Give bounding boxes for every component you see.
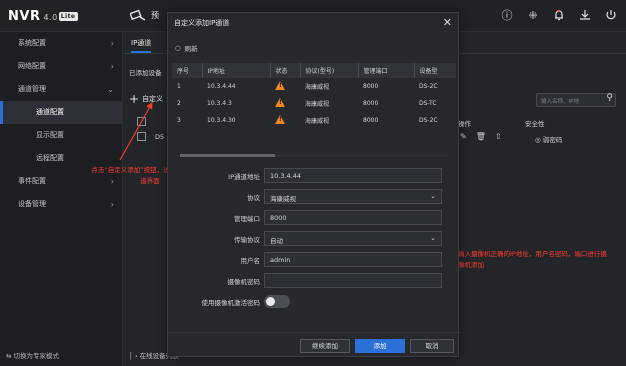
activation-toggle[interactable] [264, 295, 290, 308]
transport-label: 传输协议 [234, 236, 260, 244]
chevron-down-icon: ⌄ [430, 234, 436, 242]
cancel-button[interactable]: 取消 [410, 339, 454, 353]
col-ip: IP地址 [201, 63, 270, 78]
table-scrollbar-thumb[interactable] [180, 154, 275, 157]
table-row[interactable]: 3 10.3.4.30 海康威视 8000 DS-2C [172, 112, 456, 129]
port-row: 管理端口 8000 [168, 210, 460, 226]
table-row[interactable]: 1 10.3.4.44 海康威视 8000 DS-2C [172, 78, 456, 95]
transport-select[interactable]: 自动 ⌄ [264, 231, 442, 246]
activation-row: 使用摄像机激活密码 [168, 294, 460, 310]
username-label: 用户名 [240, 257, 261, 265]
continue-add-button[interactable]: 继续添加 [300, 339, 350, 353]
password-field[interactable] [264, 273, 442, 288]
refresh-button[interactable]: ○ 刷新 [175, 43, 198, 53]
ip-address-field[interactable]: 10.3.4.44 [264, 168, 442, 183]
chevron-down-icon: ⌄ [430, 192, 436, 200]
transport-row: 传输协议 自动 ⌄ [168, 231, 460, 247]
col-model: 设备型 [413, 63, 456, 78]
col-index: 序号 [172, 63, 202, 78]
annotation-arrow-left [119, 102, 153, 161]
port-field[interactable]: 8000 [264, 210, 442, 225]
dialog-title: 自定义添加IP通道 [174, 19, 230, 27]
col-status: 状态 [269, 63, 300, 78]
password-row: 摄像机密码 [168, 273, 460, 289]
activation-label: 使用摄像机激活密码 [201, 299, 261, 307]
refresh-icon: ○ [175, 44, 181, 52]
username-field[interactable]: admin [264, 252, 442, 267]
password-label: 摄像机密码 [227, 278, 261, 286]
custom-add-dialog: 自定义添加IP通道 ✕ ○ 刷新 序号 IP地址 状态 协议(型号) 管理端口 设… [167, 12, 460, 357]
table-row[interactable]: 2 10.3.4.3 海康威视 8000 DS-TC [172, 95, 456, 112]
ip-address-row: IP通道地址 10.3.4.44 [168, 168, 460, 184]
protocol-select[interactable]: 海康威视 ⌄ [264, 189, 442, 204]
discovered-devices-table: 序号 IP地址 状态 协议(型号) 管理端口 设备型 1 10.3.4.44 海… [172, 63, 456, 129]
username-row: 用户名 admin [168, 252, 460, 268]
dialog-footer: 继续添加 添加 取消 [168, 332, 460, 356]
protocol-row: 协议 海康威视 ⌄ [168, 189, 460, 205]
add-button[interactable]: 添加 [355, 339, 405, 353]
warning-icon [275, 81, 285, 90]
protocol-label: 协议 [247, 194, 260, 202]
port-label: 管理端口 [234, 215, 260, 223]
warning-icon [275, 98, 285, 107]
col-port: 管理端口 [357, 63, 414, 78]
col-protocol: 协议(型号) [299, 63, 358, 78]
table-header-row: 序号 IP地址 状态 协议(型号) 管理端口 设备型 [172, 63, 456, 78]
close-icon[interactable]: ✕ [443, 16, 452, 29]
warning-icon [275, 115, 285, 124]
ip-address-label: IP通道地址 [228, 173, 260, 181]
